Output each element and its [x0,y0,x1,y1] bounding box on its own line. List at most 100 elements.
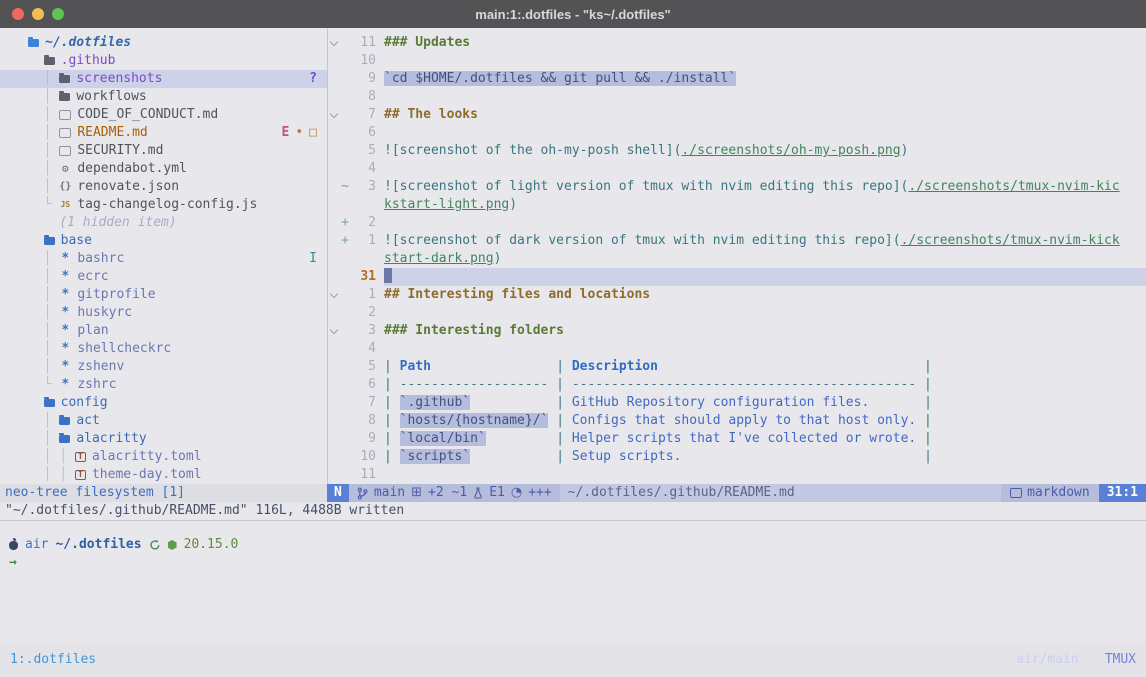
git-sign [340,70,350,88]
tree-item-ecrc[interactable]: │ *ecrc [0,268,327,286]
editor-line[interactable]: ~3![screenshot of light version of tmux … [328,178,1146,196]
git-sign [340,412,350,430]
tree-item-gitprofile[interactable]: │ *gitprofile [0,286,327,304]
tree-guide: │ [28,250,59,268]
editor-line[interactable]: 4 [328,160,1146,178]
tree-guide: │ [28,304,59,322]
tree-item-act[interactable]: │ act [0,412,327,430]
editor-line[interactable]: 11### Updates [328,34,1146,52]
line-number: 10 [350,52,376,70]
editor-line[interactable]: start-dark.png) [328,250,1146,268]
line-text [384,304,1146,322]
editor-line[interactable]: 1## Interesting files and locations [328,286,1146,304]
editor-line[interactable]: +1![screenshot of dark version of tmux w… [328,232,1146,250]
tree-item-readme-md[interactable]: │ README.mdE•□ [0,124,327,142]
editor-line[interactable]: 9`cd $HOME/.dotfiles && git pull && ./in… [328,70,1146,88]
tree-item-1-hidden-item[interactable]: (1 hidden item) [0,214,327,232]
git-sign [340,52,350,70]
git-segment: main⊞+2 ~1 E1◔+++ [349,484,560,502]
title-bar: main:1:.dotfiles - "ks~/.dotfiles" [0,0,1146,28]
git-sign: + [340,232,350,250]
tmux-status-bar: 1:.dotfiles air/main TMUX [0,641,1146,677]
shell-pane[interactable]: air ~/.dotfiles 20.15.0 → [0,520,1146,641]
editor-line[interactable]: 5![screenshot of the oh-my-posh shell](.… [328,142,1146,160]
editor-panel[interactable]: 11### Updates109`cd $HOME/.dotfiles && g… [327,28,1146,484]
fold-column [328,142,340,160]
line-text [384,340,1146,358]
js-icon: JS [59,196,71,214]
tree-item-label: ecrc [77,268,108,286]
tree-item-shellcheckrc[interactable]: │ *shellcheckrc [0,340,327,358]
editor-line[interactable]: 4 [328,340,1146,358]
editor-line[interactable]: 10 [328,52,1146,70]
line-number: 3 [350,178,376,196]
tree-item-label: base [61,232,92,250]
maximize-button[interactable] [52,8,64,20]
line-text: | `local/bin` | Helper scripts that I've… [384,430,1146,448]
neo-tree-statusline: neo-tree filesystem [1] [0,484,327,502]
tree-guide [28,394,44,412]
folder-icon [44,57,55,65]
prompt-cwd: ~/.dotfiles [55,536,141,554]
editor-line[interactable]: 8 [328,88,1146,106]
tree-item-workflows[interactable]: │ workflows [0,88,327,106]
editor-line[interactable]: 7| `.github` | GitHub Repository configu… [328,394,1146,412]
line-text: ![screenshot of light version of tmux wi… [384,178,1146,196]
tree-item-bashrc[interactable]: │ *bashrcI [0,250,327,268]
shell-input-line[interactable]: → [9,554,1146,572]
tree-item-dotfiles[interactable]: ~/.dotfiles [0,34,327,52]
minimize-button[interactable] [32,8,44,20]
tree-item-tag-changelog-config-js[interactable]: └ JStag-changelog-config.js [0,196,327,214]
tree-item-alacritty-toml[interactable]: │ │ Talacritty.toml [0,448,327,466]
neo-tree-panel[interactable]: ~/.dotfiles .github │ screenshots? │ wor… [0,28,327,484]
error-badge: E [282,125,290,140]
tree-item-zshrc[interactable]: └ *zshrc [0,376,327,394]
tree-item-github[interactable]: .github [0,52,327,70]
tree-item-zshenv[interactable]: │ *zshenv [0,358,327,376]
tree-item-security-md[interactable]: │ SECURITY.md [0,142,327,160]
line-number: 8 [350,412,376,430]
status-row: neo-tree filesystem [1] N main⊞+2 ~1 E1◔… [0,484,1146,502]
tree-item-theme-day-toml[interactable]: │ │ Ttheme-day.toml [0,466,327,484]
tree-item-plan[interactable]: │ *plan [0,322,327,340]
gear-icon: ⚙ [59,160,71,178]
tree-item-label: plan [77,322,108,340]
editor-line[interactable]: 11 [328,466,1146,484]
editor-line[interactable]: 6| ------------------- | ---------------… [328,376,1146,394]
nvim-panes: ~/.dotfiles .github │ screenshots? │ wor… [0,28,1146,484]
editor-line[interactable]: 7## The looks [328,106,1146,124]
editor-line[interactable]: 8| `hosts/{hostname}/` | Configs that sh… [328,412,1146,430]
tree-item-config[interactable]: config [0,394,327,412]
editor-line[interactable]: 2 [328,304,1146,322]
tree-item-huskyrc[interactable]: │ *huskyrc [0,304,327,322]
git-sign [340,286,350,304]
line-number: 6 [350,124,376,142]
chevron-down-icon [328,106,340,124]
tree-item-renovate-json[interactable]: │ {}renovate.json [0,178,327,196]
editor-line[interactable]: kstart-light.png) [328,196,1146,214]
tmux-window-label[interactable]: 1:.dotfiles [10,652,96,667]
editor-line[interactable]: 6 [328,124,1146,142]
editor-line[interactable]: +2 [328,214,1146,232]
tree-item-label: alacritty [76,430,146,448]
git-sign [340,466,350,484]
tree-item-alacritty[interactable]: │ alacritty [0,430,327,448]
editor-line[interactable]: 5| Path | Description | [328,358,1146,376]
tree-item-screenshots[interactable]: │ screenshots? [0,70,327,88]
tree-item-code-of-conduct-md[interactable]: │ CODE_OF_CONDUCT.md [0,106,327,124]
editor-line[interactable]: 3### Interesting folders [328,322,1146,340]
line-number: 6 [350,376,376,394]
tree-item-base[interactable]: base [0,232,327,250]
close-button[interactable] [12,8,24,20]
tree-item-label: act [76,412,99,430]
tree-item-dependabot-yml[interactable]: │ ⚙dependabot.yml [0,160,327,178]
editor-statusline: N main⊞+2 ~1 E1◔+++ ~/.dotfiles/.github/… [327,484,1146,502]
line-text: | Path | Description | [384,358,1146,376]
editor-line[interactable]: 31 [328,268,1146,286]
editor-line[interactable]: 9| `local/bin` | Helper scripts that I'v… [328,430,1146,448]
tree-guide: │ [28,124,59,142]
editor-line[interactable]: 10| `scripts` | Setup scripts. | [328,448,1146,466]
line-number: 3 [350,322,376,340]
git-sign [340,304,350,322]
cursor-position: 31:1 [1099,484,1146,502]
